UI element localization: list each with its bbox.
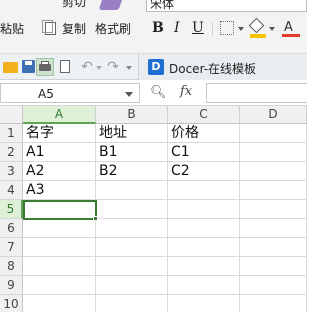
insert-function-button[interactable]: fx <box>180 84 192 99</box>
cell-b3[interactable]: B2 <box>96 162 168 181</box>
fill-bucket-icon <box>248 17 265 34</box>
gridline-horizontal <box>23 256 307 257</box>
column-header-d[interactable]: D <box>240 106 307 124</box>
cell-b2[interactable]: B1 <box>96 143 168 162</box>
fill-color-button[interactable] <box>248 17 276 39</box>
row-header-8[interactable]: 8 <box>0 257 23 276</box>
font-name-value: 宋体 <box>150 0 175 11</box>
print-button[interactable] <box>36 58 54 76</box>
cell-b4[interactable] <box>96 181 168 200</box>
print-preview-button[interactable] <box>57 58 75 76</box>
bold-button[interactable]: B <box>152 20 164 36</box>
format-painter-button[interactable]: 格式刷 <box>95 22 131 36</box>
font-color-button[interactable]: A <box>282 20 302 38</box>
row-header-1[interactable]: 1 <box>0 124 23 143</box>
chevron-down-icon[interactable] <box>125 92 133 97</box>
docer-tab[interactable]: D Docer-在线模板 <box>138 54 307 80</box>
gridline-horizontal <box>23 294 307 295</box>
row-header-6[interactable]: 6 <box>0 219 23 238</box>
chevron-down-icon <box>238 27 244 31</box>
fill-handle[interactable] <box>93 216 98 221</box>
row-header-3[interactable]: 3 <box>0 162 23 181</box>
gridline-horizontal <box>23 275 307 276</box>
formula-bar: A5 🔍︎ fx <box>0 80 307 106</box>
open-folder-button[interactable] <box>2 58 20 76</box>
row-header-4[interactable]: 4 <box>0 181 23 200</box>
print-preview-icon <box>60 60 70 73</box>
copy-label: 复制 <box>62 22 87 36</box>
chevron-down-icon <box>269 27 275 31</box>
zoom-icon[interactable]: 🔍︎ <box>150 85 167 100</box>
column-header-a[interactable]: A <box>23 106 96 124</box>
cell-c4[interactable] <box>168 181 240 200</box>
cell-a3[interactable]: A2 <box>23 162 96 181</box>
spreadsheet-grid: A B C D 1 2 3 4 5 6 7 8 9 10 名字 地址 价格 A1 B1 C1 A2 B2 C2 A3 <box>0 106 307 312</box>
formula-input[interactable] <box>206 83 307 103</box>
undo-icon: ↶ <box>81 59 93 75</box>
cell-b1[interactable]: 地址 <box>96 124 168 143</box>
folder-icon <box>3 62 18 73</box>
name-box[interactable]: A5 <box>0 83 140 103</box>
printer-icon <box>39 64 51 71</box>
cell-d4[interactable] <box>240 181 307 200</box>
font-name-select[interactable]: 宋体 <box>146 0 307 12</box>
cell-a2[interactable]: A1 <box>23 143 96 162</box>
gridline-horizontal <box>23 237 307 238</box>
ribbon: 剪切 宋体 粘贴 复制 格式刷 B I U A <box>0 0 307 54</box>
cut-label[interactable]: 剪切 <box>62 0 86 8</box>
cell-c1[interactable]: 价格 <box>168 124 240 143</box>
font-color-icon: A <box>284 20 293 35</box>
name-box-value: A5 <box>38 87 54 101</box>
cell-a4[interactable]: A3 <box>23 181 96 200</box>
cell-d2[interactable] <box>240 143 307 162</box>
borders-button[interactable] <box>220 21 246 37</box>
row-header-5[interactable]: 5 <box>0 200 23 219</box>
underline-button[interactable]: U <box>192 20 204 36</box>
undo-button[interactable]: ↶ <box>78 58 96 76</box>
copy-icon-back <box>42 20 53 33</box>
docer-tab-label: Docer-在线模板 <box>169 62 257 76</box>
quick-access-toolbar: ↶ ↷ D Docer-在线模板 <box>0 54 307 80</box>
docer-icon: D <box>148 59 164 75</box>
select-all-corner[interactable] <box>0 106 23 124</box>
redo-icon: ↷ <box>107 59 119 75</box>
font-color-bar <box>282 34 300 37</box>
cell-c3[interactable]: C2 <box>168 162 240 181</box>
save-icon-label-area <box>25 61 32 65</box>
row-header-9[interactable]: 9 <box>0 276 23 295</box>
row-header-7[interactable]: 7 <box>0 238 23 257</box>
separator <box>212 22 213 36</box>
active-cell-outline[interactable] <box>23 200 97 220</box>
row-header-2[interactable]: 2 <box>0 143 23 162</box>
copy-button[interactable]: 复制 <box>40 20 90 38</box>
cell-a1[interactable]: 名字 <box>23 124 96 143</box>
row-header-10[interactable]: 10 <box>0 295 23 312</box>
format-painter-icon[interactable] <box>98 0 124 10</box>
italic-button[interactable]: I <box>174 20 180 36</box>
cell-c5[interactable] <box>168 200 240 219</box>
column-header-b[interactable]: B <box>96 106 168 124</box>
cell-c2[interactable]: C1 <box>168 143 240 162</box>
column-header-c[interactable]: C <box>168 106 240 124</box>
cell-d3[interactable] <box>240 162 307 181</box>
paste-button[interactable]: 粘贴 <box>0 22 24 36</box>
chevron-down-icon[interactable] <box>126 66 132 70</box>
cell-d5[interactable] <box>240 200 307 219</box>
cell-d1[interactable] <box>240 124 307 143</box>
chevron-down-icon[interactable] <box>96 66 102 70</box>
printer-paper <box>41 61 49 65</box>
redo-button[interactable]: ↷ <box>104 58 122 76</box>
cell-b5[interactable] <box>96 200 168 219</box>
borders-icon <box>220 21 234 35</box>
fill-color-bar <box>250 34 266 38</box>
